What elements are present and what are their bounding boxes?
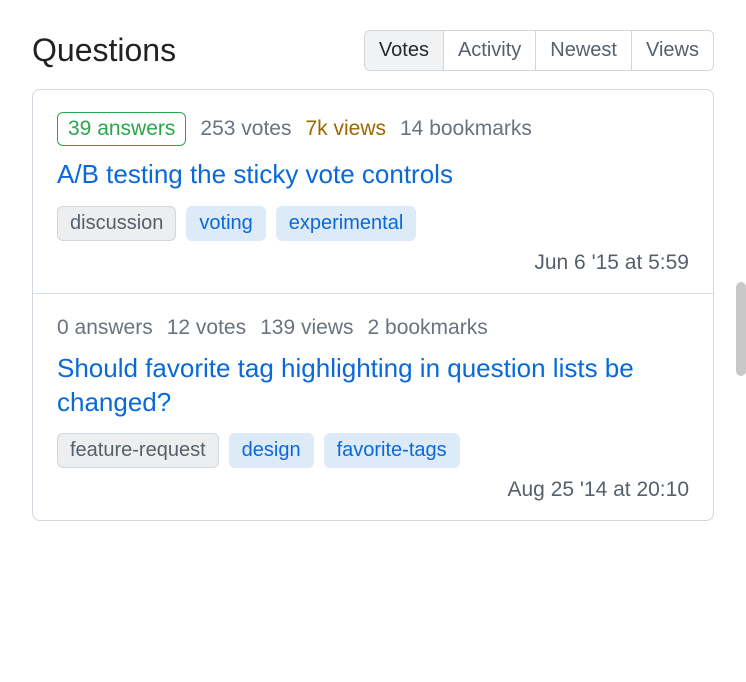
question-item: 0 answers 12 votes 139 views 2 bookmarks Sho… <box>33 294 713 521</box>
tag-design[interactable]: design <box>229 433 314 468</box>
bookmarks-count: 14 bookmarks <box>400 117 532 141</box>
answers-count: 39 answers <box>57 112 186 146</box>
question-title-link[interactable]: Should favorite tag highlighting in ques… <box>57 352 689 420</box>
scrollbar-thumb[interactable] <box>736 282 746 376</box>
views-count: 139 views <box>260 316 353 340</box>
question-timestamp: Jun 6 '15 at 5:59 <box>57 251 689 275</box>
questions-list: 39 answers 253 votes 7k views 14 bookmarks A… <box>32 89 714 521</box>
sort-tab-newest[interactable]: Newest <box>536 31 632 70</box>
page-title: Questions <box>32 32 176 69</box>
sort-tab-activity[interactable]: Activity <box>444 31 536 70</box>
question-tags: discussion voting experimental <box>57 206 689 241</box>
sort-tabs: VotesActivityNewestViews <box>364 30 714 71</box>
tag-favorite-tags[interactable]: favorite-tags <box>324 433 460 468</box>
answers-count: 0 answers <box>57 316 153 340</box>
votes-count: 12 votes <box>167 316 246 340</box>
bookmarks-count: 2 bookmarks <box>368 316 488 340</box>
question-item: 39 answers 253 votes 7k views 14 bookmarks A… <box>33 90 713 294</box>
question-tags: feature-request design favorite-tags <box>57 433 689 468</box>
questions-header: Questions VotesActivityNewestViews <box>32 30 714 71</box>
tag-experimental[interactable]: experimental <box>276 206 417 241</box>
question-stats: 39 answers 253 votes 7k views 14 bookmarks <box>57 112 689 146</box>
views-count: 7k views <box>305 117 386 141</box>
sort-tab-votes[interactable]: Votes <box>365 31 444 70</box>
tag-discussion[interactable]: discussion <box>57 206 176 241</box>
question-timestamp: Aug 25 '14 at 20:10 <box>57 478 689 502</box>
tag-voting[interactable]: voting <box>186 206 265 241</box>
tag-feature-request[interactable]: feature-request <box>57 433 219 468</box>
question-stats: 0 answers 12 votes 139 views 2 bookmarks <box>57 316 689 340</box>
question-title-link[interactable]: A/B testing the sticky vote controls <box>57 158 689 192</box>
votes-count: 253 votes <box>200 117 291 141</box>
sort-tab-views[interactable]: Views <box>632 31 713 70</box>
